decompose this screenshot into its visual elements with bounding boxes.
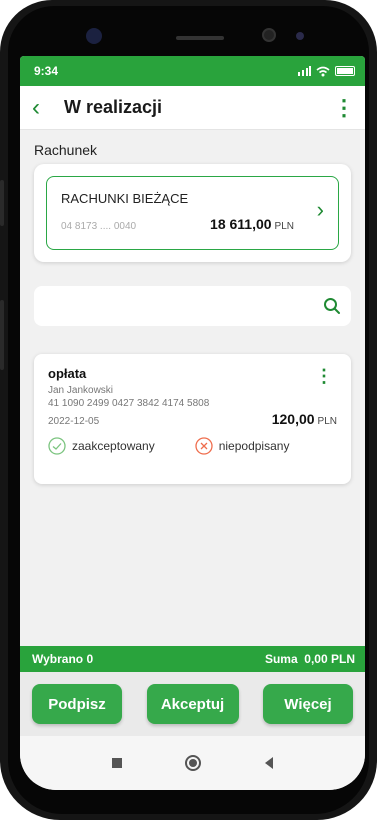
menu-kebab-icon[interactable]: ⋮ (333, 95, 355, 121)
section-label: Rachunek (34, 142, 98, 158)
back-arrow-icon[interactable]: ‹ (32, 95, 58, 120)
front-camera-icon (86, 28, 102, 44)
selected-count: Wybrano 0 (32, 652, 94, 666)
speaker-grille (176, 36, 224, 40)
status-icons (297, 66, 355, 77)
battery-icon (335, 66, 355, 76)
sum-label: Suma (264, 652, 298, 666)
home-icon[interactable] (185, 755, 202, 771)
check-circle-icon (48, 437, 66, 455)
x-circle-icon (195, 437, 213, 455)
back-icon[interactable] (265, 757, 274, 769)
sum-group: Suma 0,00 PLN (265, 652, 355, 666)
title-bar: ‹ W realizacji ⋮ (20, 86, 365, 130)
status-unsigned-label: niepodpisany (218, 439, 290, 453)
transaction-amount: 120,00 PLN (272, 411, 337, 427)
app-screen: 9:34 ‹ W realizacji ⋮ Rachunek RACHUNKI … (20, 56, 365, 790)
transaction-menu-icon[interactable]: ⋮ (315, 366, 333, 387)
sign-button[interactable]: Podpisz (32, 684, 122, 724)
status-accepted: zaakceptowany (48, 437, 155, 455)
sum-value: 0,00 PLN (304, 652, 355, 666)
chevron-right-icon: › (316, 197, 324, 222)
sensor-icon (262, 28, 276, 42)
volume-button (0, 180, 4, 226)
page-title: W realizacji (64, 97, 163, 117)
summary-bar: Wybrano 0 Suma 0,00 PLN (20, 646, 365, 672)
transaction-card[interactable]: opłata ⋮ Jan Jankowski 41 1090 2499 0427… (34, 354, 351, 484)
search-input[interactable] (34, 286, 351, 326)
accept-button[interactable]: Akceptuj (146, 684, 239, 724)
signal-icon (298, 66, 311, 76)
status-accepted-label: zaakceptowany (72, 439, 155, 453)
phone-frame: 9:34 ‹ W realizacji ⋮ Rachunek RACHUNKI … (0, 0, 377, 820)
search-icon[interactable] (323, 297, 341, 315)
account-selector[interactable]: RACHUNKI BIEŻĄCE 04 8173 .... 0040 18 61… (46, 176, 339, 250)
recents-icon[interactable] (111, 758, 122, 768)
transaction-date: 2022-12-05 (48, 416, 100, 427)
amount-value: 120,00 (271, 411, 315, 427)
account-card: RACHUNKI BIEŻĄCE 04 8173 .... 0040 18 61… (34, 164, 351, 262)
status-bar: 9:34 (20, 56, 365, 86)
account-details: 04 8173 .... 0040 18 611,00 PLN (61, 216, 324, 232)
balance-value: 18 611,00 (210, 216, 272, 232)
transaction-date-row: 2022-12-05 120,00 PLN (48, 411, 337, 427)
status-time: 9:34 (34, 64, 59, 78)
transaction-status: zaakceptowany niepodpisany (48, 437, 337, 455)
wifi-icon (316, 66, 330, 76)
transaction-title: opłata (48, 366, 87, 381)
system-nav-bar (20, 736, 365, 790)
action-buttons: Podpisz Akceptuj Więcej (20, 672, 365, 736)
sensor-dot-icon (296, 32, 304, 40)
more-button[interactable]: Więcej (263, 684, 353, 724)
account-name: RACHUNKI BIEŻĄCE (61, 191, 189, 206)
transaction-recipient: Jan Jankowski (48, 385, 114, 396)
status-unsigned: niepodpisany (195, 437, 290, 455)
balance-currency: PLN (274, 221, 294, 232)
amount-currency: PLN (317, 416, 337, 427)
transaction-account-number: 41 1090 2499 0427 3842 4174 5808 (48, 398, 210, 409)
power-button (0, 300, 4, 370)
account-number: 04 8173 .... 0040 (61, 221, 137, 232)
account-balance: 18 611,00 PLN (210, 216, 294, 232)
